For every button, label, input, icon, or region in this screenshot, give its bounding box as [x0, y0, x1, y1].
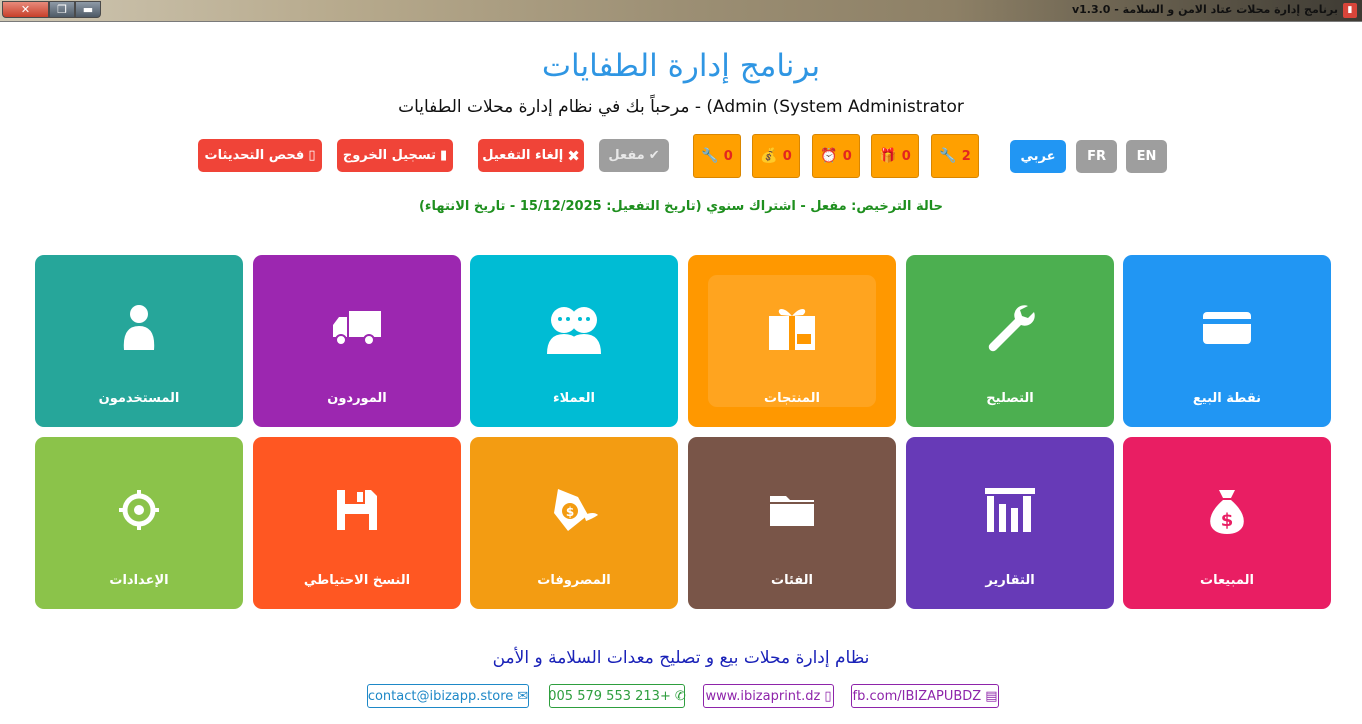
- badge-payments[interactable]: 💰 0: [752, 134, 800, 178]
- close-button[interactable]: ✕: [2, 1, 49, 18]
- deactivate-label: إلغاء التفعيل: [482, 148, 564, 163]
- email-label: contact@ibizapp.store: [367, 688, 514, 704]
- tile-label: الإعدادات: [109, 573, 169, 588]
- bar-chart-icon: [985, 481, 1035, 539]
- tile-expenses[interactable]: $ المصروفات: [470, 437, 678, 609]
- website-link[interactable]: www.ibizaprint.dz ▯: [703, 684, 834, 708]
- folder-icon: [768, 481, 816, 539]
- badge-count: 0: [723, 148, 733, 164]
- badge-repairs-pending[interactable]: 🔧 0: [693, 134, 741, 178]
- users-icon: [545, 299, 603, 357]
- logout-button[interactable]: ▮ تسجيل الخروج: [337, 139, 453, 172]
- gear-icon: [119, 481, 159, 539]
- x-icon: ✖: [567, 146, 580, 165]
- tile-sales[interactable]: $ المبيعات: [1123, 437, 1331, 609]
- tile-label: الفئات: [771, 573, 813, 588]
- lang-english-button[interactable]: EN: [1126, 140, 1167, 173]
- svg-text:$: $: [566, 505, 574, 519]
- phone-label: +213 553 579 005: [548, 688, 671, 704]
- lang-french-button[interactable]: FR: [1076, 140, 1117, 173]
- badge-products[interactable]: 🎁 0: [871, 134, 919, 178]
- floppy-icon: [335, 481, 379, 539]
- minimize-button[interactable]: ▬: [75, 1, 101, 18]
- tile-reports[interactable]: التقارير: [906, 437, 1114, 609]
- update-icon: ▯: [308, 148, 316, 163]
- money-bag-icon: $: [1207, 481, 1247, 539]
- gift-icon: [767, 299, 817, 357]
- phone-link[interactable]: +213 553 579 005 ✆: [548, 684, 686, 708]
- tile-pos[interactable]: نقطة البيع: [1123, 255, 1331, 427]
- badge-repairs[interactable]: 🔧 2: [931, 134, 979, 178]
- tile-label: النسخ الاحتياطي: [303, 573, 411, 588]
- facebook-link[interactable]: fb.com/IBIZAPUBDZ ▤: [851, 684, 999, 708]
- truck-icon: [331, 299, 383, 357]
- money-bag-icon: 💰: [760, 148, 778, 164]
- check-updates-label: فحص التحديثات: [204, 148, 305, 163]
- gift-icon: 🎁: [879, 148, 897, 164]
- tile-categories[interactable]: الفئات: [688, 437, 896, 609]
- activated-label: مفعل: [608, 148, 645, 163]
- tile-settings[interactable]: الإعدادات: [35, 437, 243, 609]
- tile-label: التقارير: [985, 573, 1035, 588]
- tile-label: المستخدمون: [98, 391, 180, 406]
- window-titlebar: ✕ ❐ ▬ برنامج إدارة محلات عتاد الامن و ال…: [0, 0, 1362, 22]
- tile-label: العملاء: [553, 391, 595, 406]
- tile-label: المبيعات: [1200, 573, 1254, 588]
- badge-count: 0: [901, 148, 911, 164]
- check-icon: ✔: [648, 148, 660, 163]
- app-icon: ▮: [1343, 3, 1357, 18]
- activated-button[interactable]: ✔ مفعل: [599, 139, 669, 172]
- tile-label: الموردون: [327, 391, 387, 406]
- logout-icon: ▮: [440, 148, 448, 163]
- wrench-icon: 🔧: [939, 148, 957, 164]
- facebook-icon: ▤: [985, 688, 998, 704]
- badge-count: 0: [782, 148, 792, 164]
- check-updates-button[interactable]: ▯ فحص التحديثات: [198, 139, 322, 172]
- facebook-label: fb.com/IBIZAPUBDZ: [852, 688, 982, 704]
- email-link[interactable]: contact@ibizapp.store ✉: [367, 684, 529, 708]
- tile-backup[interactable]: النسخ الاحتياطي: [253, 437, 461, 609]
- globe-icon: ▯: [824, 688, 832, 704]
- envelope-icon: ✉: [517, 688, 529, 704]
- tile-label: التصليح: [986, 391, 1034, 406]
- badge-count: 0: [842, 148, 852, 164]
- window-title: برنامج إدارة محلات عتاد الامن و السلامة …: [1071, 3, 1338, 16]
- page-title: برنامج إدارة الطفايات: [541, 48, 821, 84]
- tile-suppliers[interactable]: الموردون: [253, 255, 461, 427]
- lang-arabic-button[interactable]: عربي: [1010, 140, 1066, 173]
- wrench-icon: 🔧: [701, 148, 719, 164]
- tile-customers[interactable]: العملاء: [470, 255, 678, 427]
- website-label: www.ibizaprint.dz: [705, 688, 821, 704]
- tile-label: المنتجات: [764, 391, 820, 406]
- user-icon: [120, 299, 158, 357]
- tile-products[interactable]: المنتجات: [688, 255, 896, 427]
- logout-label: تسجيل الخروج: [342, 148, 437, 163]
- badge-count: 2: [961, 148, 971, 164]
- money-wings-icon: $: [548, 481, 600, 539]
- badge-alarms[interactable]: ⏰ 0: [812, 134, 860, 178]
- tile-label: المصروفات: [537, 573, 611, 588]
- welcome-message: مرحباً بك في نظام إدارة محلات الطفايات -…: [398, 97, 964, 117]
- phone-icon: ✆: [674, 688, 686, 704]
- footer-title: نظام إدارة محلات بيع و تصليح معدات السلا…: [492, 648, 870, 668]
- wrench-icon: [984, 299, 1036, 357]
- alarm-clock-icon: ⏰: [820, 148, 838, 164]
- window-controls: ✕ ❐ ▬: [2, 1, 101, 18]
- deactivate-button[interactable]: ✖ إلغاء التفعيل: [478, 139, 584, 172]
- tile-label: نقطة البيع: [1192, 391, 1262, 406]
- tile-repair[interactable]: التصليح: [906, 255, 1114, 427]
- tile-users[interactable]: المستخدمون: [35, 255, 243, 427]
- card-icon: [1202, 299, 1252, 357]
- license-status: حالة الترخيص: مفعل - اشتراك سنوي (تاريخ …: [418, 199, 944, 214]
- maximize-button[interactable]: ❐: [49, 1, 75, 18]
- svg-text:$: $: [1221, 510, 1234, 531]
